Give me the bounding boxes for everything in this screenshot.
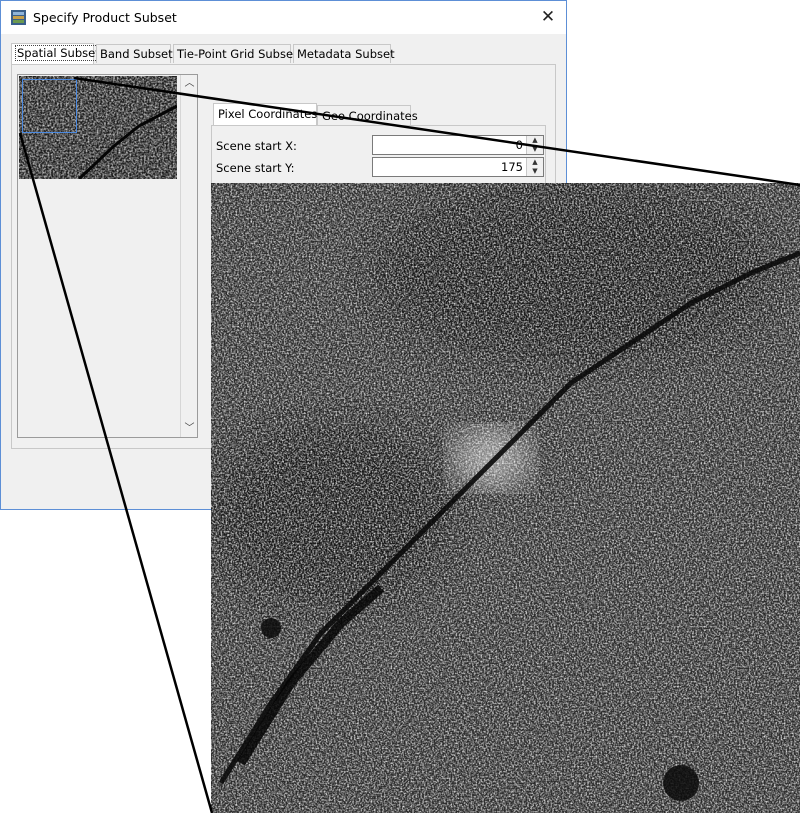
zoom-guide-lines bbox=[18, 76, 800, 813]
